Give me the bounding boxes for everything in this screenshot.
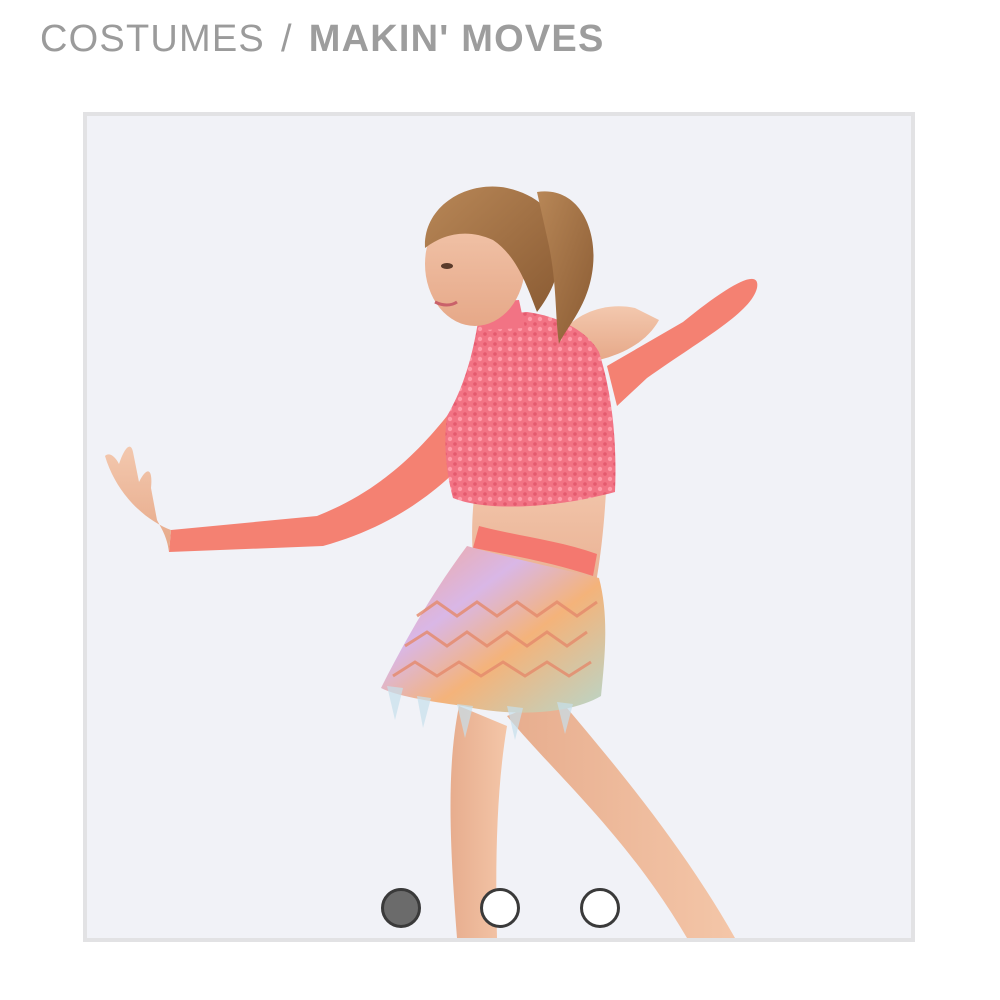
breadcrumb-separator: / xyxy=(280,17,293,60)
breadcrumb-current-page: MAKIN' MOVES xyxy=(308,17,605,60)
dancer-costume-illustration xyxy=(87,116,911,938)
gallery-dot-1-active[interactable] xyxy=(381,888,421,928)
product-photo xyxy=(87,116,911,938)
product-image-gallery[interactable] xyxy=(83,112,915,942)
gallery-dot-2[interactable] xyxy=(480,888,520,928)
gallery-pagination xyxy=(87,884,911,932)
gallery-dot-3[interactable] xyxy=(580,888,620,928)
breadcrumb: COSTUMES / MAKIN' MOVES xyxy=(40,14,605,64)
breadcrumb-costumes-link[interactable]: COSTUMES xyxy=(40,18,265,61)
